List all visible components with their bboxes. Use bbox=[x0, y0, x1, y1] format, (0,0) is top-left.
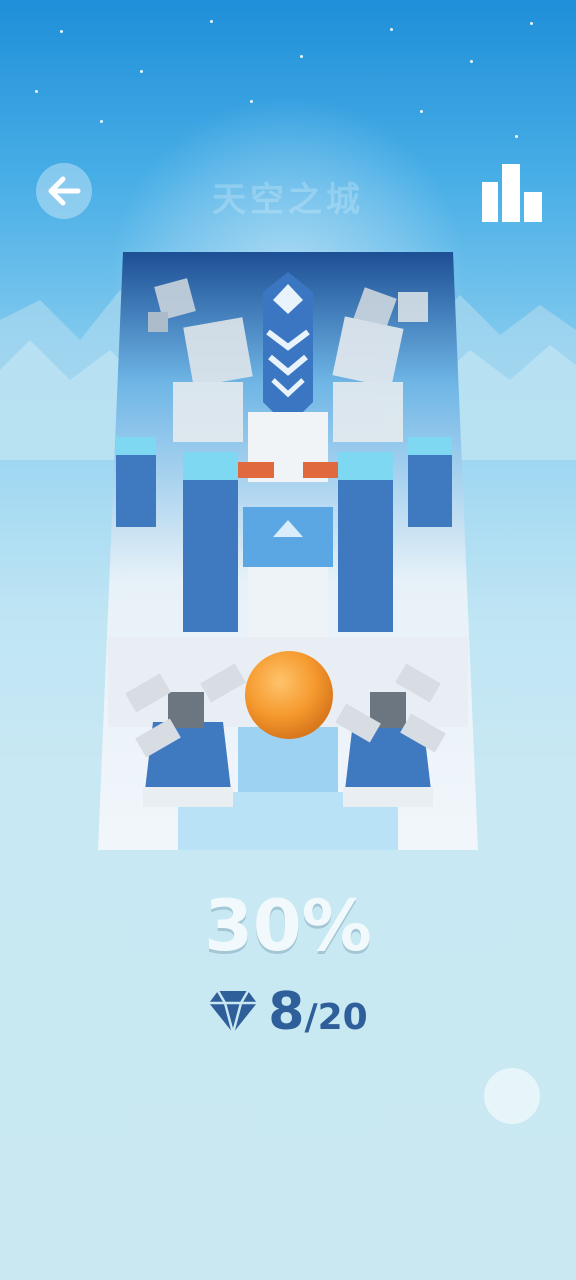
progress-percent: 30% bbox=[204, 885, 372, 967]
level-preview-scene bbox=[108, 272, 468, 850]
gem-counter: 8 /20 bbox=[0, 982, 576, 1042]
leaderboard-button[interactable] bbox=[480, 160, 544, 224]
back-button[interactable] bbox=[36, 163, 92, 219]
diamond-icon bbox=[209, 990, 258, 1035]
arrow-left-icon bbox=[48, 176, 81, 206]
gems-collected: 8 bbox=[268, 982, 305, 1042]
disc-icon bbox=[494, 1078, 530, 1114]
bar-chart-icon bbox=[482, 164, 542, 222]
player-ball bbox=[245, 651, 333, 739]
music-button[interactable] bbox=[484, 1068, 540, 1124]
crystal-totem bbox=[263, 272, 313, 427]
gems-total: /20 bbox=[304, 997, 368, 1038]
level-title: 天空之城 bbox=[212, 180, 364, 220]
level-preview-card[interactable] bbox=[98, 252, 478, 850]
